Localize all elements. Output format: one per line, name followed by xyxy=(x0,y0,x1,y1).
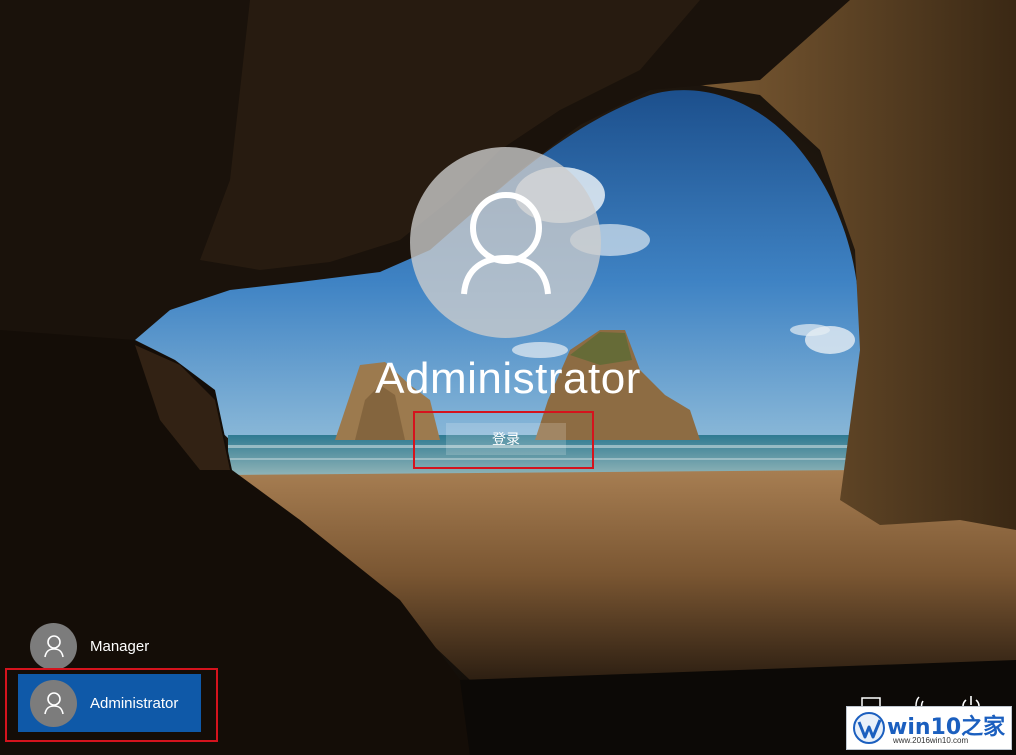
user-avatar-small xyxy=(30,622,77,670)
user-list-item-label: Administrator xyxy=(90,694,179,712)
watermark-url: www.2016win10.com xyxy=(893,736,969,745)
user-list-item-label: Manager xyxy=(90,637,150,655)
sign-in-button[interactable]: 登录 xyxy=(446,423,566,455)
selected-user-name: Administrator xyxy=(375,354,641,403)
user-avatar-large xyxy=(410,147,601,338)
site-watermark: win10之家 www.2016win10.com xyxy=(846,706,1012,750)
user-list-item-administrator[interactable]: Administrator xyxy=(18,674,201,732)
user-icon xyxy=(43,635,64,658)
user-avatar-small xyxy=(30,679,77,727)
watermark-logo-icon xyxy=(853,712,885,744)
user-icon xyxy=(460,191,551,294)
user-list-item-manager[interactable]: Manager xyxy=(18,617,201,675)
user-icon xyxy=(43,692,64,715)
